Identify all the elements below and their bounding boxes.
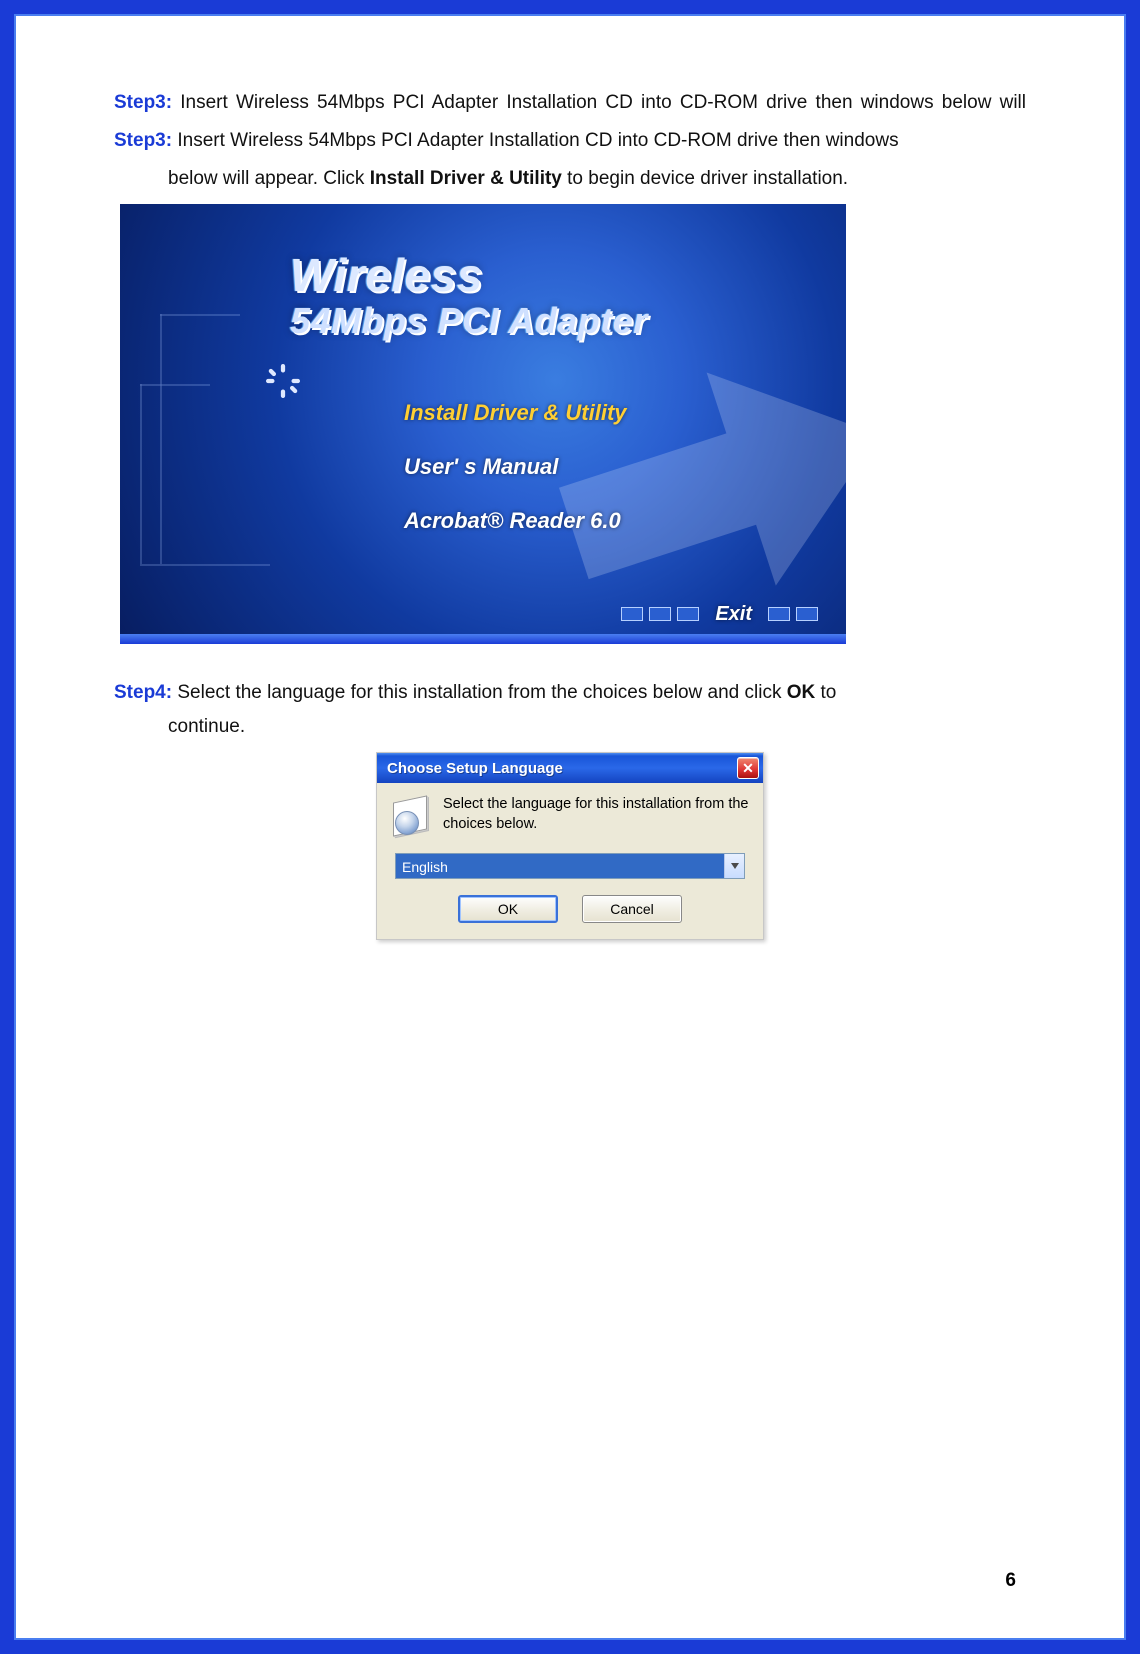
cancel-button[interactable]: Cancel	[582, 895, 682, 923]
language-dialog-wrap: Choose Setup Language ✕ Select the langu…	[376, 752, 764, 940]
exit-button[interactable]: Exit	[715, 603, 752, 626]
dialog-body: Select the language for this installatio…	[377, 783, 763, 939]
ok-button[interactable]: OK	[458, 895, 558, 923]
close-button[interactable]: ✕	[737, 757, 759, 779]
step4-continue: continue.	[168, 716, 245, 737]
chevron-down-icon	[724, 854, 744, 878]
step3-text-1: Insert Wireless 54Mbps PCI Adapter Insta…	[172, 130, 899, 151]
document-page: Step3: Insert Wireless 54Mbps PCI Adapte…	[10, 10, 1130, 1644]
step4-paragraph: Step4: Select the language for this inst…	[114, 674, 1026, 712]
decorative-strip	[120, 634, 846, 644]
step3-label: Step3:	[114, 130, 172, 151]
autorun-title: Wireless	[290, 248, 483, 302]
choose-language-dialog: Choose Setup Language ✕ Select the langu…	[376, 752, 764, 940]
step4-text-after: to	[815, 682, 836, 703]
decorative-bars-icon	[768, 607, 818, 621]
language-dropdown[interactable]: English	[395, 853, 745, 879]
close-icon: ✕	[742, 760, 754, 777]
step3-label: Step3:	[114, 92, 172, 113]
language-selected: English	[396, 854, 724, 878]
menu-install-driver[interactable]: Install Driver & Utility	[404, 400, 627, 426]
step4-line2: continue.	[114, 708, 1026, 746]
menu-users-manual[interactable]: User' s Manual	[404, 454, 627, 480]
dialog-buttons: OK Cancel	[389, 895, 751, 927]
step4-bold: OK	[787, 682, 816, 703]
spinner-icon	[266, 364, 300, 398]
exit-row: Exit	[120, 594, 830, 634]
autorun-menu: Install Driver & Utility User' s Manual …	[404, 400, 627, 534]
step3-text-3: to begin device driver installation.	[562, 168, 848, 189]
autorun-subtitle: 54Mbps PCI Adapter	[290, 300, 648, 342]
dialog-title: Choose Setup Language	[387, 760, 737, 777]
decorative-bars-icon	[621, 607, 699, 621]
dialog-message: Select the language for this installatio…	[443, 795, 751, 837]
step3-paragraph: Step3: Insert Wireless 54Mbps PCI Adapte…	[114, 122, 1026, 160]
menu-acrobat-reader[interactable]: Acrobat® Reader 6.0	[404, 508, 627, 534]
step4-text-before: Select the language for this installatio…	[172, 682, 787, 703]
decorative-lines	[120, 204, 280, 644]
step3-paragraph-line2: below will appear. Click Install Driver …	[114, 160, 1026, 198]
step3-bold: Install Driver & Utility	[370, 168, 562, 189]
dialog-titlebar: Choose Setup Language ✕	[377, 753, 763, 783]
setup-icon	[389, 795, 431, 837]
autorun-window: Wireless 54Mbps PCI Adapter Install Driv…	[120, 204, 846, 644]
step4-label: Step4:	[114, 682, 172, 703]
step3-text-2: below will appear. Click	[168, 168, 370, 189]
page-number: 6	[1005, 1570, 1016, 1592]
